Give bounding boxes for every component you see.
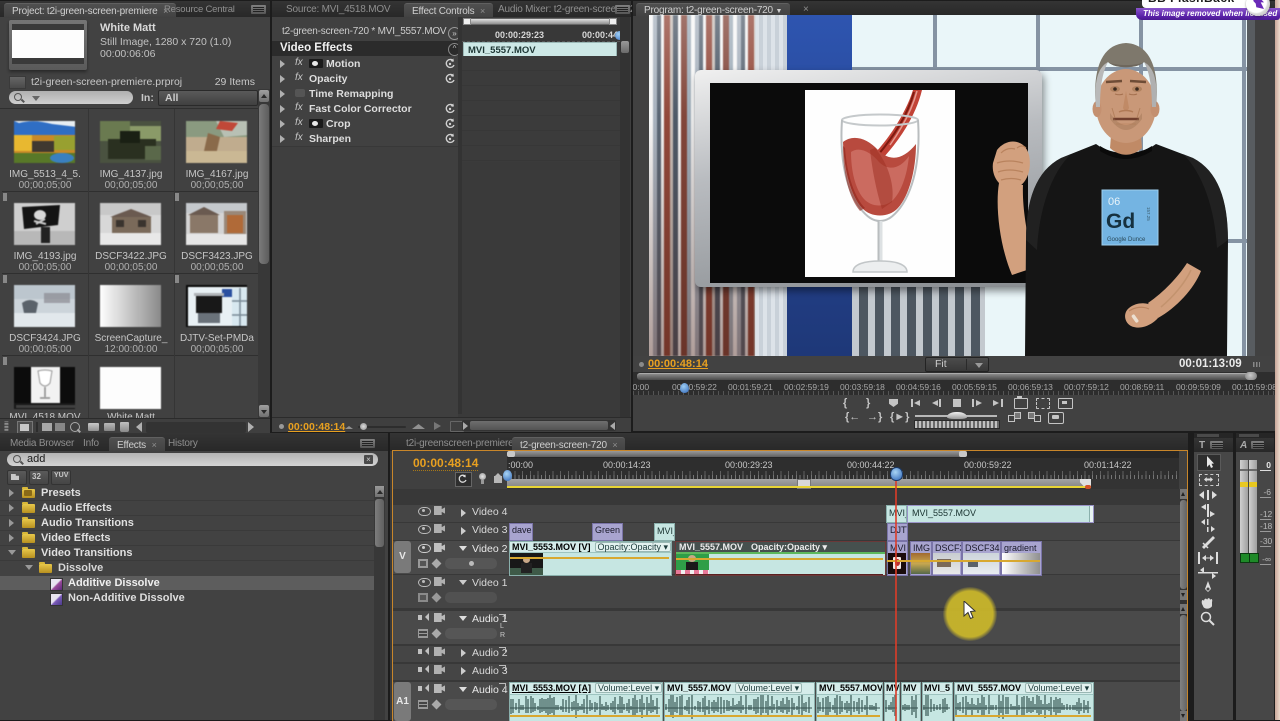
svg-text:157.25: 157.25 [1146, 207, 1151, 221]
svg-text:Google Dunce: Google Dunce [1107, 237, 1146, 243]
svg-text:06: 06 [1108, 196, 1120, 208]
svg-text:Gd: Gd [1106, 210, 1135, 233]
